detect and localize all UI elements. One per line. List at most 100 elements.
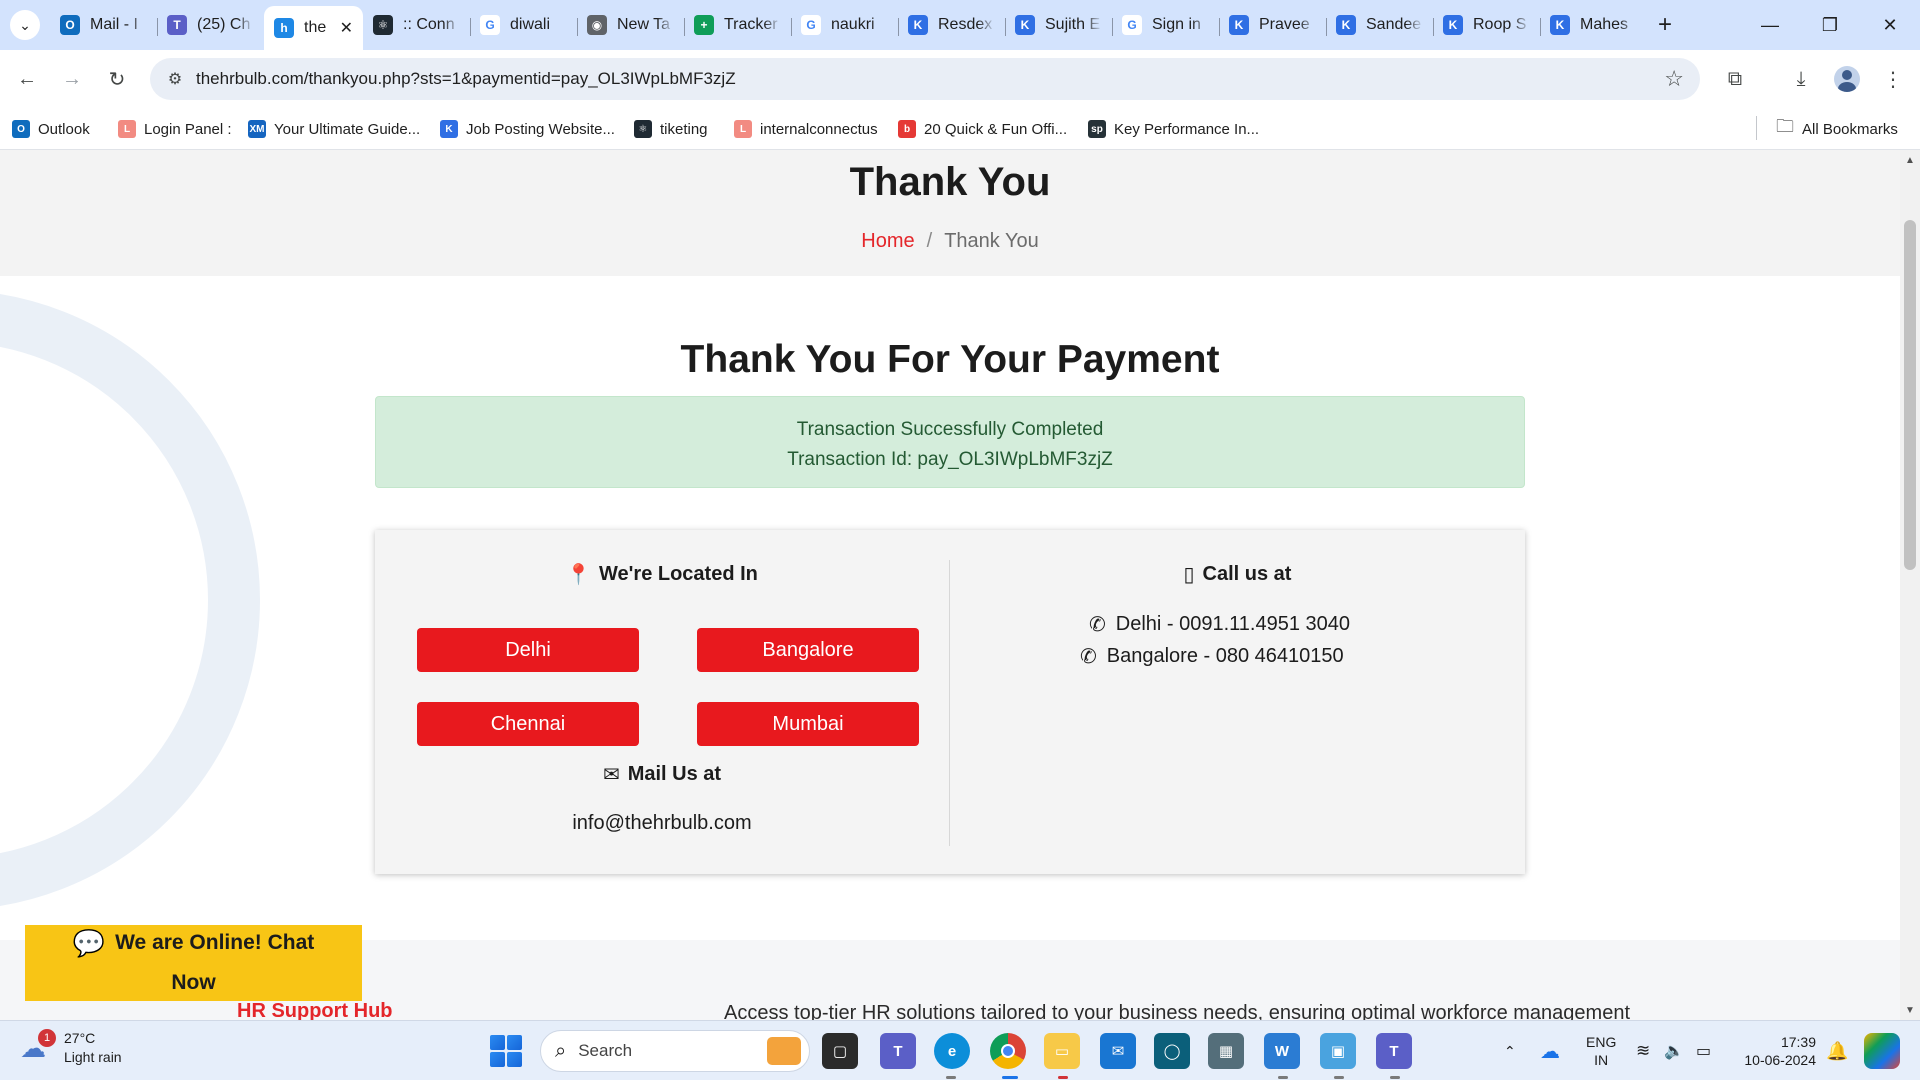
bookmark-item[interactable]: sp Key Performance In... bbox=[1088, 116, 1259, 142]
cortana-circle-icon[interactable]: ◯ bbox=[1154, 1033, 1190, 1069]
edge-icon[interactable]: e bbox=[934, 1033, 970, 1069]
bookmark-item[interactable]: K Job Posting Website... bbox=[440, 116, 615, 142]
scrollbar-thumb[interactable] bbox=[1904, 220, 1916, 570]
browser-tab[interactable]: G Sign in bbox=[1112, 6, 1219, 44]
reload-icon[interactable]: ↻ bbox=[102, 64, 132, 94]
address-bar[interactable]: ⚙ thehrbulb.com/thankyou.php?sts=1&payme… bbox=[150, 58, 1700, 100]
tab-favicon-icon: ⚛ bbox=[373, 15, 393, 35]
page-scrollbar[interactable]: ▲ ▼ bbox=[1900, 150, 1920, 1020]
language-line1: ENG bbox=[1586, 1034, 1617, 1050]
chat-widget-button[interactable]: 💬 We are Online! Chat Now bbox=[25, 925, 362, 1001]
bookmark-favicon-icon: L bbox=[734, 120, 752, 138]
kebab-menu-icon[interactable]: ⋮ bbox=[1878, 64, 1908, 94]
browser-tab[interactable]: O Mail - I bbox=[50, 6, 157, 44]
breadcrumb-separator: / bbox=[926, 230, 933, 252]
bookmark-item[interactable]: XM Your Ultimate Guide... bbox=[248, 116, 420, 142]
tray-overflow-chevron-icon[interactable]: ⌃ bbox=[1504, 1021, 1516, 1080]
url-text[interactable]: thehrbulb.com/thankyou.php?sts=1&payment… bbox=[196, 69, 736, 89]
browser-tab[interactable]: Gdiwali bbox=[470, 6, 577, 44]
call-heading-text: Call us at bbox=[1202, 563, 1292, 585]
breadcrumb-current: Thank You bbox=[944, 230, 1039, 252]
city-button-delhi[interactable]: Delhi bbox=[417, 628, 639, 672]
notification-bell-icon[interactable]: 🔔 bbox=[1826, 1021, 1848, 1080]
close-window-icon[interactable]: ✕ bbox=[1860, 0, 1920, 50]
teams-new-icon[interactable]: T bbox=[1376, 1033, 1412, 1069]
bookmark-item[interactable]: O Outlook bbox=[12, 116, 90, 142]
bookmark-item[interactable]: ⚛ tiketing bbox=[634, 116, 708, 142]
browser-tab[interactable]: ⚛:: Conn bbox=[363, 6, 470, 44]
bookmark-star-icon[interactable]: ☆ bbox=[1664, 66, 1684, 92]
calculator-icon[interactable]: ▦ bbox=[1208, 1033, 1244, 1069]
phone-bangalore[interactable]: ✆ Bangalore - 080 46410150 bbox=[1080, 644, 1344, 669]
located-heading-text: We're Located In bbox=[599, 563, 758, 585]
bookmark-label: tiketing bbox=[660, 120, 708, 138]
call-heading: ▯ Call us at bbox=[950, 562, 1525, 587]
browser-tab[interactable]: Gnaukri bbox=[791, 6, 898, 44]
site-info-tune-icon[interactable]: ⚙ bbox=[164, 68, 186, 90]
wifi-icon[interactable]: ≋ bbox=[1636, 1021, 1650, 1080]
mail-icon[interactable]: ✉ bbox=[1100, 1033, 1136, 1069]
browser-tab[interactable]: K Pravee bbox=[1219, 6, 1326, 44]
language-line2: IN bbox=[1594, 1052, 1609, 1068]
phone-delhi[interactable]: ✆ Delhi - 0091.11.4951 3040 bbox=[1089, 612, 1350, 637]
all-bookmarks-button[interactable]: 🗀 All Bookmarks bbox=[1776, 116, 1898, 142]
bookmark-favicon-icon: sp bbox=[1088, 120, 1106, 138]
weather-widget[interactable]: ☁ 1 27°C Light rain bbox=[20, 1029, 122, 1067]
file-explorer-icon[interactable]: ▭ bbox=[1044, 1033, 1080, 1069]
tab-favicon-icon: + bbox=[694, 15, 714, 35]
chat-widget-line2: Now bbox=[171, 971, 216, 994]
system-clock[interactable]: 17:39 10-06-2024 bbox=[1736, 1033, 1816, 1069]
bookmark-item[interactable]: Linternalconnectus bbox=[734, 116, 878, 142]
browser-tab[interactable]: h the ✕ bbox=[264, 6, 363, 50]
browser-tab[interactable]: K Mahes bbox=[1540, 6, 1647, 44]
bookmark-label: Key Performance In... bbox=[1114, 120, 1260, 138]
extensions-puzzle-icon[interactable]: ⧉ bbox=[1720, 64, 1750, 94]
bookmark-item[interactable]: L Login Panel : bbox=[118, 116, 232, 142]
scroll-up-arrow-icon[interactable]: ▲ bbox=[1900, 152, 1920, 168]
back-arrow-icon[interactable]: ← bbox=[12, 64, 42, 94]
city-button-chennai[interactable]: Chennai bbox=[417, 702, 639, 746]
email-link[interactable]: info@thehrbulb.com bbox=[375, 812, 949, 835]
restore-icon[interactable]: ❐ bbox=[1800, 0, 1860, 50]
city-button-bangalore[interactable]: Bangalore bbox=[697, 628, 919, 672]
remote-desktop-icon[interactable]: ▣ bbox=[1320, 1033, 1356, 1069]
chrome-icon[interactable] bbox=[990, 1033, 1026, 1069]
browser-tab[interactable]: K Roop S bbox=[1433, 6, 1540, 44]
profile-avatar-icon[interactable] bbox=[1832, 64, 1862, 94]
scroll-down-arrow-icon[interactable]: ▼ bbox=[1900, 1002, 1920, 1018]
breadcrumb-home-link[interactable]: Home bbox=[861, 230, 914, 252]
language-indicator[interactable]: ENG IN bbox=[1586, 1033, 1616, 1069]
bookmark-item[interactable]: b 20 Quick & Fun Offi... bbox=[898, 116, 1067, 142]
city-button-mumbai[interactable]: Mumbai bbox=[697, 702, 919, 746]
word-icon[interactable]: W bbox=[1264, 1033, 1300, 1069]
chrome-active-indicator bbox=[1002, 1076, 1018, 1079]
minimize-icon[interactable]: — bbox=[1740, 0, 1800, 50]
windows-start-icon[interactable] bbox=[490, 1035, 522, 1067]
browser-tab[interactable]: K Sujith E bbox=[1005, 6, 1112, 44]
bookmarks-bar: O Outlook L Login Panel : XM Your Ultimate Gu… bbox=[0, 108, 1920, 150]
new-tab-plus-icon[interactable]: + bbox=[1650, 10, 1680, 40]
browser-tab[interactable]: T (25) Ch bbox=[157, 6, 264, 44]
browser-tab[interactable]: + Tracker bbox=[684, 6, 791, 44]
task-view-icon[interactable]: ▢ bbox=[822, 1033, 858, 1069]
browser-tab[interactable]: K Resdex bbox=[898, 6, 1005, 44]
battery-icon[interactable]: ▭ bbox=[1696, 1021, 1711, 1080]
tab-favicon-icon: K bbox=[1550, 15, 1570, 35]
teams-icon[interactable]: T bbox=[880, 1033, 916, 1069]
bookmark-label: Login Panel : bbox=[144, 120, 232, 138]
browser-tab[interactable]: ◉ New Ta bbox=[577, 6, 684, 44]
forward-arrow-icon[interactable]: → bbox=[57, 64, 87, 94]
tab-title: Tracker bbox=[724, 16, 778, 33]
copilot-icon[interactable] bbox=[1864, 1033, 1900, 1069]
speaker-muted-icon[interactable]: 🔈 bbox=[1664, 1021, 1684, 1080]
taskbar-search-box[interactable]: ⌕ Search bbox=[540, 1030, 810, 1072]
tab-search-chevron-icon[interactable]: ⌄ bbox=[10, 10, 40, 40]
alert-status-text: Transaction Successfully Completed bbox=[796, 419, 1104, 440]
tab-close-icon[interactable]: ✕ bbox=[340, 18, 353, 38]
tab-title: naukri bbox=[831, 16, 875, 33]
phone-icon: ✆ bbox=[1080, 646, 1097, 668]
download-icon[interactable]: ⤓ bbox=[1786, 64, 1816, 94]
browser-tab[interactable]: K Sandee bbox=[1326, 6, 1433, 44]
bookmark-favicon-icon: b bbox=[898, 120, 916, 138]
onedrive-cloud-icon[interactable]: ☁ bbox=[1540, 1021, 1560, 1080]
